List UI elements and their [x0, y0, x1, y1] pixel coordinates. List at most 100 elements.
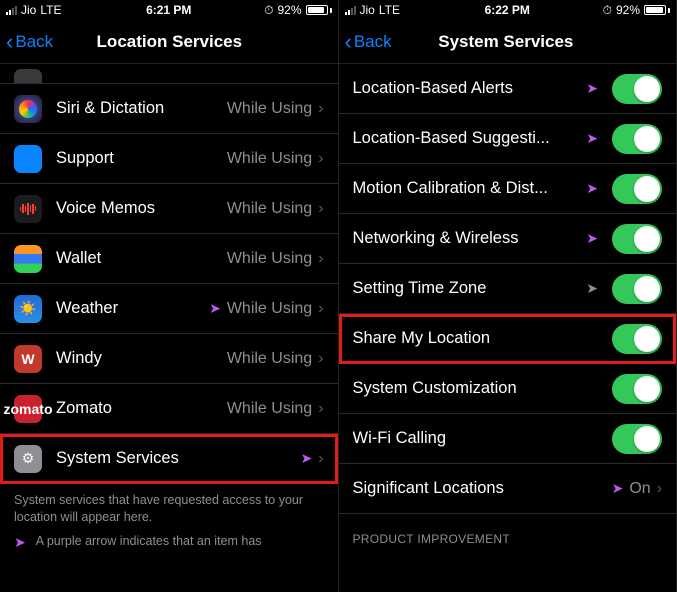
location-arrow-icon: ➤ — [586, 230, 598, 247]
signal-icon — [345, 5, 356, 15]
services-list[interactable]: Location-Based Alerts ➤ Location-Based S… — [339, 64, 677, 592]
status-bar: Jio LTE 6:22 PM ⏱ 92% — [339, 0, 677, 20]
location-arrow-icon: ➤ — [612, 480, 624, 497]
row-label: Location-Based Alerts — [353, 79, 573, 98]
chevron-right-icon: › — [318, 200, 323, 218]
list-item-location-suggestions[interactable]: Location-Based Suggesti... ➤ — [339, 114, 677, 164]
row-detail: While Using — [227, 250, 312, 268]
voice-memos-icon — [14, 195, 42, 223]
network-label: LTE — [379, 3, 400, 17]
row-label: Windy — [56, 349, 213, 368]
signal-icon — [6, 5, 17, 15]
phone-system-services: Jio LTE 6:22 PM ⏱ 92% ‹ Back System Serv… — [339, 0, 677, 592]
row-label: Weather — [56, 299, 195, 318]
row-detail: On — [629, 480, 650, 498]
row-label: Motion Calibration & Dist... — [353, 179, 573, 198]
row-label: Setting Time Zone — [353, 279, 573, 298]
row-label: Wi-Fi Calling — [353, 429, 599, 448]
toggle-switch[interactable] — [612, 174, 662, 204]
chevron-right-icon: › — [318, 350, 323, 368]
chevron-right-icon: › — [318, 100, 323, 118]
support-icon — [14, 145, 42, 173]
list-item-system-services[interactable]: ⚙ System Services ➤ › — [0, 434, 338, 484]
location-arrow-icon: ➤ — [300, 450, 312, 467]
alarm-icon: ⏱ — [603, 3, 612, 18]
location-arrow-icon: ➤ — [14, 534, 26, 551]
battery-icon — [306, 5, 332, 15]
row-label: Location-Based Suggesti... — [353, 129, 573, 148]
phone-location-services: Jio LTE 6:21 PM ⏱ 92% ‹ Back Location Se… — [0, 0, 339, 592]
row-detail: While Using — [227, 400, 312, 418]
row-detail: While Using — [227, 300, 312, 318]
page-title: Location Services — [7, 32, 331, 52]
row-detail: While Using — [227, 350, 312, 368]
location-arrow-icon: ➤ — [586, 280, 598, 297]
list-item-significant-locations[interactable]: Significant Locations ➤ On › — [339, 464, 677, 514]
list-item-support[interactable]: Support While Using › — [0, 134, 338, 184]
battery-percent: 92% — [277, 3, 301, 17]
siri-icon — [14, 95, 42, 123]
zomato-icon: zomato — [14, 395, 42, 423]
row-label: Zomato — [56, 399, 213, 418]
nav-bar: ‹ Back System Services — [339, 20, 677, 64]
wallet-icon — [14, 245, 42, 273]
list-item-wifi-calling[interactable]: Wi-Fi Calling — [339, 414, 677, 464]
footer-text: System services that have requested acce… — [0, 484, 338, 530]
list-item-weather[interactable]: ☀️ Weather ➤ While Using › — [0, 284, 338, 334]
network-label: LTE — [40, 3, 61, 17]
carrier-label: Jio — [21, 3, 36, 17]
battery-icon — [644, 5, 670, 15]
location-arrow-icon: ➤ — [586, 130, 598, 147]
list-item-setting-time-zone[interactable]: Setting Time Zone ➤ — [339, 264, 677, 314]
alarm-icon: ⏱ — [264, 3, 273, 18]
status-bar: Jio LTE 6:21 PM ⏱ 92% — [0, 0, 338, 20]
row-detail: While Using — [227, 100, 312, 118]
row-label: Significant Locations — [353, 479, 598, 498]
row-label: Share My Location — [353, 329, 599, 348]
toggle-switch[interactable] — [612, 74, 662, 104]
list-item-wallet[interactable]: Wallet While Using › — [0, 234, 338, 284]
chevron-right-icon: › — [318, 400, 323, 418]
toggle-switch[interactable] — [612, 224, 662, 254]
chevron-right-icon: › — [318, 250, 323, 268]
carrier-label: Jio — [360, 3, 375, 17]
toggle-switch[interactable] — [612, 374, 662, 404]
app-list[interactable]: Siri & Dictation While Using › Support W… — [0, 64, 338, 592]
section-header: PRODUCT IMPROVEMENT — [339, 514, 677, 552]
legend-text: A purple arrow indicates that an item ha… — [36, 534, 262, 548]
row-label: Siri & Dictation — [56, 99, 213, 118]
nav-bar: ‹ Back Location Services — [0, 20, 338, 64]
row-label: System Customization — [353, 379, 599, 398]
row-label: Support — [56, 149, 213, 168]
list-item-networking-wireless[interactable]: Networking & Wireless ➤ — [339, 214, 677, 264]
list-item-share-my-location[interactable]: Share My Location — [339, 314, 677, 364]
list-item-siri[interactable]: Siri & Dictation While Using › — [0, 84, 338, 134]
list-item-voice-memos[interactable]: Voice Memos While Using › — [0, 184, 338, 234]
row-label: Networking & Wireless — [353, 229, 573, 248]
gear-icon: ⚙ — [14, 445, 42, 473]
location-arrow-icon: ➤ — [209, 300, 221, 317]
list-item-windy[interactable]: W Windy While Using › — [0, 334, 338, 384]
list-item-zomato[interactable]: zomato Zomato While Using › — [0, 384, 338, 434]
page-title: System Services — [342, 32, 670, 52]
row-label: Wallet — [56, 249, 213, 268]
row-label: System Services — [56, 449, 286, 468]
chevron-right-icon: › — [318, 150, 323, 168]
toggle-switch[interactable] — [612, 274, 662, 304]
footer-legend: ➤ A purple arrow indicates that an item … — [0, 530, 338, 555]
chevron-right-icon: › — [318, 450, 323, 468]
toggle-switch[interactable] — [612, 124, 662, 154]
windy-icon: W — [14, 345, 42, 373]
row-detail: While Using — [227, 200, 312, 218]
toggle-switch[interactable] — [612, 424, 662, 454]
list-item-motion-calibration[interactable]: Motion Calibration & Dist... ➤ — [339, 164, 677, 214]
battery-percent: 92% — [616, 3, 640, 17]
toggle-switch[interactable] — [612, 324, 662, 354]
location-arrow-icon: ➤ — [586, 80, 598, 97]
list-item-system-customization[interactable]: System Customization — [339, 364, 677, 414]
list-item[interactable] — [0, 64, 338, 84]
row-label: Voice Memos — [56, 199, 213, 218]
list-item-location-alerts[interactable]: Location-Based Alerts ➤ — [339, 64, 677, 114]
app-icon — [14, 69, 42, 83]
chevron-right-icon: › — [318, 300, 323, 318]
